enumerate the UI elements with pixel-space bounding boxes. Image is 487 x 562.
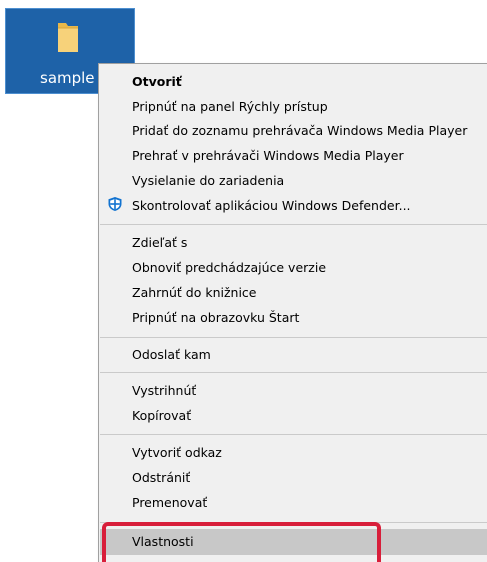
menu-item-label: Vysielanie do zariadenia bbox=[132, 173, 285, 188]
menu-item-properties[interactable]: Vlastnosti bbox=[100, 529, 487, 555]
menu-separator bbox=[100, 522, 487, 523]
menu-item-scan-defender[interactable]: Skontrolovať aplikáciou Windows Defender… bbox=[100, 194, 487, 218]
menu-item-label: Zdieľať s bbox=[132, 235, 188, 250]
menu-item-rename[interactable]: Premenovať bbox=[100, 491, 487, 515]
menu-item-delete[interactable]: Odstrániť bbox=[100, 466, 487, 490]
menu-item-label: Pripnúť na panel Rýchly prístup bbox=[132, 99, 328, 114]
menu-item-play-wmp[interactable]: Prehrať v prehrávači Windows Media Playe… bbox=[100, 144, 487, 168]
desktop: sample Otvoriť Pripnúť na panel Rýchly p… bbox=[0, 0, 487, 562]
menu-item-label: Vlastnosti bbox=[132, 534, 194, 549]
menu-separator bbox=[100, 224, 487, 225]
menu-item-pin-quick-access[interactable]: Pripnúť na panel Rýchly prístup bbox=[100, 95, 487, 119]
menu-item-share[interactable]: Zdieľať s bbox=[100, 231, 487, 255]
menu-item-add-wmp-list[interactable]: Pridať do zoznamu prehrávača Windows Med… bbox=[100, 119, 487, 143]
menu-item-include-library[interactable]: Zahrnúť do knižnice bbox=[100, 281, 487, 305]
menu-item-cast-device[interactable]: Vysielanie do zariadenia bbox=[100, 169, 487, 193]
menu-item-label: Vystrihnúť bbox=[132, 383, 197, 398]
menu-item-open[interactable]: Otvoriť bbox=[100, 70, 487, 94]
context-menu: Otvoriť Pripnúť na panel Rýchly prístup … bbox=[98, 63, 487, 562]
menu-item-label: Zahrnúť do knižnice bbox=[132, 285, 257, 300]
menu-separator bbox=[100, 337, 487, 338]
menu-item-label: Odoslať kam bbox=[132, 347, 211, 362]
menu-item-restore-versions[interactable]: Obnoviť predchádzajúce verzie bbox=[100, 256, 487, 280]
menu-item-label: Kopírovať bbox=[132, 408, 192, 423]
menu-separator bbox=[100, 434, 487, 435]
menu-item-pin-start[interactable]: Pripnúť na obrazovku Štart bbox=[100, 306, 487, 330]
windows-defender-icon bbox=[108, 197, 122, 211]
menu-item-label: Otvoriť bbox=[132, 74, 182, 89]
menu-item-cut[interactable]: Vystrihnúť bbox=[100, 379, 487, 403]
menu-item-copy[interactable]: Kopírovať bbox=[100, 404, 487, 428]
menu-item-label: Premenovať bbox=[132, 495, 208, 510]
menu-item-create-shortcut[interactable]: Vytvoriť odkaz bbox=[100, 441, 487, 465]
folder-icon bbox=[58, 23, 78, 52]
menu-item-send-to[interactable]: Odoslať kam bbox=[100, 343, 487, 367]
menu-item-label: Pripnúť na obrazovku Štart bbox=[132, 310, 300, 325]
menu-item-label: Obnoviť predchádzajúce verzie bbox=[132, 260, 327, 275]
menu-item-label: Skontrolovať aplikáciou Windows Defender… bbox=[132, 198, 411, 213]
menu-item-label: Prehrať v prehrávači Windows Media Playe… bbox=[132, 148, 404, 163]
menu-item-label: Odstrániť bbox=[132, 470, 191, 485]
menu-item-label: Vytvoriť odkaz bbox=[132, 445, 222, 460]
menu-item-label: Pridať do zoznamu prehrávača Windows Med… bbox=[132, 123, 468, 138]
menu-separator bbox=[100, 372, 487, 373]
